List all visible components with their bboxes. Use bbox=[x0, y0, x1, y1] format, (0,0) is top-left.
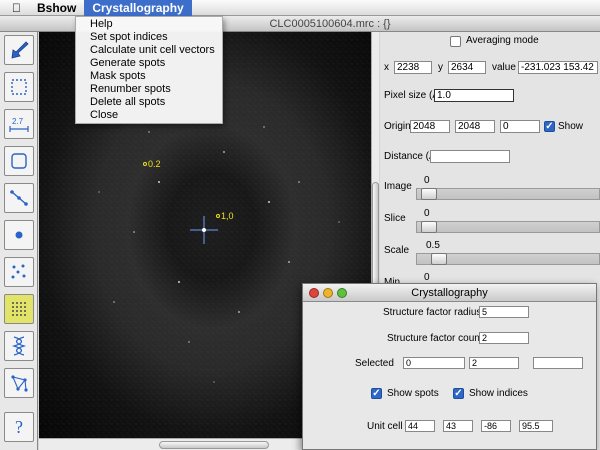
spot-marker[interactable] bbox=[143, 162, 147, 166]
x-field[interactable]: 2238 bbox=[394, 61, 432, 74]
menu-bar:  Bshow Crystallography bbox=[0, 0, 600, 16]
helix-icon bbox=[11, 336, 27, 356]
tool-scatter-points[interactable] bbox=[4, 257, 34, 287]
crystallography-dialog: Crystallography Structure factor radius … bbox=[302, 283, 597, 450]
image-slider-label: Image bbox=[384, 181, 412, 192]
unit-cell-gamma-field[interactable]: -86 bbox=[481, 420, 511, 432]
close-window-button[interactable] bbox=[309, 288, 319, 298]
help-question-icon: ? bbox=[15, 416, 23, 437]
menu-item-mask-spots[interactable]: Mask spots bbox=[76, 70, 222, 83]
spot-marker[interactable] bbox=[216, 214, 220, 218]
menu-item-generate-spots[interactable]: Generate spots bbox=[76, 57, 222, 70]
scatter-points-icon bbox=[11, 264, 26, 279]
x-label: x bbox=[384, 62, 389, 73]
rectangle-select-icon bbox=[11, 79, 27, 95]
minimize-window-button[interactable] bbox=[323, 288, 333, 298]
averaging-mode-checkbox[interactable] bbox=[450, 36, 461, 47]
show-spots-checkbox[interactable] bbox=[371, 388, 382, 399]
value-field[interactable]: -231.023 153.42 bbox=[518, 61, 598, 74]
origin-x-field[interactable]: 2048 bbox=[410, 120, 450, 133]
horizontal-scroll-thumb[interactable] bbox=[159, 441, 269, 449]
show-spots-label: Show spots bbox=[387, 388, 439, 399]
menu-item-set-spot-indices[interactable]: Set spot indices bbox=[76, 31, 222, 44]
line-icon bbox=[10, 190, 28, 206]
selected-field-1[interactable]: 0 bbox=[403, 357, 465, 369]
image-slider[interactable] bbox=[416, 188, 600, 200]
unit-cell-label: Unit cell bbox=[367, 421, 403, 432]
dialog-title: Crystallography bbox=[411, 287, 488, 299]
selected-label: Selected bbox=[355, 358, 394, 369]
scale-slider[interactable] bbox=[416, 253, 600, 265]
image-slider-thumb[interactable] bbox=[421, 188, 437, 200]
unit-cell-a-field[interactable]: 44 bbox=[405, 420, 435, 432]
slice-slider-value: 0 bbox=[424, 208, 430, 219]
scale-slider-value: 0.5 bbox=[426, 240, 440, 251]
spot-label: 0.2 bbox=[148, 159, 161, 169]
dialog-titlebar: Crystallography bbox=[303, 284, 596, 302]
tool-pointer[interactable] bbox=[4, 35, 34, 65]
menu-item-calculate-unit-cell[interactable]: Calculate unit cell vectors bbox=[76, 44, 222, 57]
tool-help[interactable]: ? bbox=[4, 412, 34, 442]
slice-slider[interactable] bbox=[416, 221, 600, 233]
show-origin-checkbox[interactable] bbox=[544, 121, 555, 132]
menu-item-help[interactable]: Help bbox=[76, 18, 222, 31]
slice-slider-label: Slice bbox=[384, 213, 406, 224]
tool-palette: 2.7 ? bbox=[0, 32, 38, 450]
menu-item-delete-all-spots[interactable]: Delete all spots bbox=[76, 96, 222, 109]
selected-field-3[interactable] bbox=[533, 357, 583, 369]
selected-field-2[interactable]: 2 bbox=[469, 357, 519, 369]
apple-icon[interactable]:  bbox=[0, 0, 29, 16]
tool-ruler[interactable]: 2.7 bbox=[4, 109, 34, 139]
slice-slider-thumb[interactable] bbox=[421, 221, 437, 233]
unit-cell-c-field[interactable]: 95.5 bbox=[519, 420, 553, 432]
ruler-icon: 2.7 bbox=[9, 117, 29, 132]
menu-item-close[interactable]: Close bbox=[76, 109, 222, 122]
lattice-grid-icon bbox=[12, 302, 26, 316]
tool-dot[interactable] bbox=[4, 220, 34, 250]
origin-label: Origin bbox=[384, 121, 411, 132]
tool-helix[interactable] bbox=[4, 331, 34, 361]
origin-y-field[interactable]: 2048 bbox=[455, 120, 495, 133]
y-label: y bbox=[438, 62, 443, 73]
structure-factor-radius-label: Structure factor radius bbox=[383, 307, 482, 318]
menu-crystallography[interactable]: Crystallography bbox=[84, 0, 192, 16]
value-label: value bbox=[492, 62, 516, 73]
dot-icon bbox=[15, 231, 23, 239]
crystallography-menu: Help Set spot indices Calculate unit cel… bbox=[75, 16, 223, 124]
min-slider-value: 0 bbox=[424, 272, 430, 283]
menu-bshow[interactable]: Bshow bbox=[29, 0, 84, 16]
show-indices-checkbox[interactable] bbox=[453, 388, 464, 399]
structure-factor-radius-field[interactable]: 5 bbox=[479, 306, 529, 318]
window-title: CLC0005100604.mrc : {} bbox=[269, 18, 391, 30]
averaging-mode-label: Averaging mode bbox=[466, 35, 539, 46]
y-field[interactable]: 2634 bbox=[448, 61, 486, 74]
scale-slider-label: Scale bbox=[384, 245, 410, 256]
image-slider-value: 0 bbox=[424, 175, 430, 186]
structure-factor-count-label: Structure factor count bbox=[387, 333, 483, 344]
structure-factor-count-field[interactable]: 2 bbox=[479, 332, 529, 344]
unit-cell-b-field[interactable]: 43 bbox=[443, 420, 473, 432]
network-icon bbox=[11, 375, 28, 392]
zoom-window-button[interactable] bbox=[337, 288, 347, 298]
scale-slider-thumb[interactable] bbox=[431, 253, 447, 265]
svg-text:2.7: 2.7 bbox=[12, 117, 24, 126]
tool-rectangle-select[interactable] bbox=[4, 72, 34, 102]
square-select-icon bbox=[11, 153, 27, 169]
tool-network[interactable] bbox=[4, 368, 34, 398]
distance-field[interactable] bbox=[430, 150, 510, 163]
show-indices-label: Show indices bbox=[469, 388, 528, 399]
tool-lattice-grid[interactable] bbox=[4, 294, 34, 324]
tool-square-select[interactable] bbox=[4, 146, 34, 176]
pixel-size-field[interactable]: 1.0 bbox=[434, 89, 514, 102]
spot-label: 1,0 bbox=[221, 211, 234, 221]
menu-item-renumber-spots[interactable]: Renumber spots bbox=[76, 83, 222, 96]
show-origin-label: Show bbox=[558, 121, 584, 132]
origin-z-field[interactable]: 0 bbox=[500, 120, 540, 133]
pointer-arrow-icon bbox=[11, 41, 29, 59]
tool-line[interactable] bbox=[4, 183, 34, 213]
